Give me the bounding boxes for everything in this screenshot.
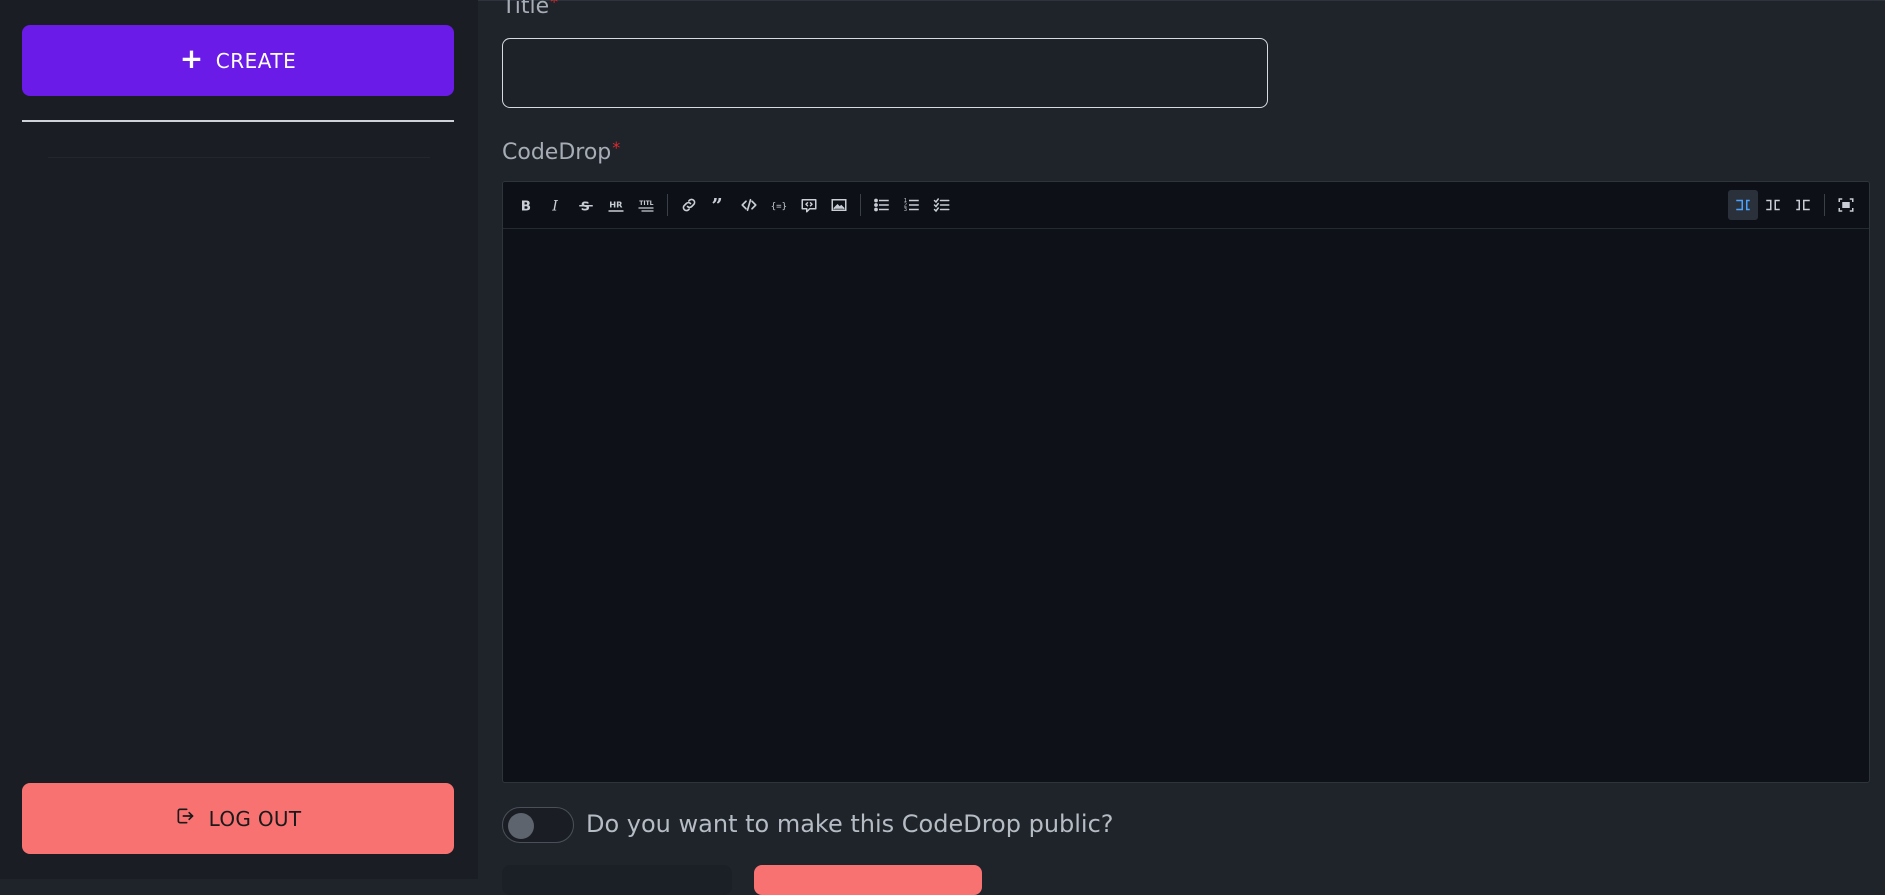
hr-icon[interactable]: HR bbox=[601, 190, 631, 220]
title-label: Title* bbox=[502, 0, 558, 19]
image-icon[interactable] bbox=[824, 190, 854, 220]
svg-text:I: I bbox=[551, 198, 558, 214]
code-icon[interactable] bbox=[734, 190, 764, 220]
svg-text:3: 3 bbox=[904, 207, 907, 213]
primary-action-button[interactable] bbox=[754, 865, 982, 895]
unordered-list-icon[interactable] bbox=[867, 190, 897, 220]
codedrop-label-text: CodeDrop bbox=[502, 140, 612, 165]
link-icon[interactable] bbox=[674, 190, 704, 220]
svg-text:HR: HR bbox=[609, 199, 623, 209]
logout-button-label: LOG OUT bbox=[208, 806, 302, 831]
checked-list-icon[interactable] bbox=[927, 190, 957, 220]
code-block-icon[interactable]: {=} bbox=[764, 190, 794, 220]
title-label-text: Title bbox=[502, 0, 550, 19]
top-border bbox=[478, 0, 1885, 1]
codedrop-required-marker: * bbox=[612, 138, 621, 157]
plus-icon: + bbox=[179, 42, 204, 75]
strikethrough-icon[interactable]: S bbox=[571, 190, 601, 220]
preview-mode-icon[interactable] bbox=[1788, 190, 1818, 220]
title-input[interactable] bbox=[502, 38, 1268, 108]
public-toggle-label: Do you want to make this CodeDrop public… bbox=[586, 810, 1114, 838]
logout-icon bbox=[175, 806, 195, 831]
markdown-editor: B I S HR TITL ” {=} 1 2 3 bbox=[502, 181, 1870, 783]
title-required-marker: * bbox=[550, 0, 559, 11]
ordered-list-icon[interactable]: 123 bbox=[897, 190, 927, 220]
svg-text:S: S bbox=[581, 199, 590, 214]
edit-mode-icon[interactable] bbox=[1728, 190, 1758, 220]
svg-text:TITL: TITL bbox=[639, 200, 653, 207]
title-icon[interactable]: TITL bbox=[631, 190, 661, 220]
quote-icon[interactable]: ” bbox=[704, 190, 734, 220]
svg-text:”: ” bbox=[712, 196, 723, 214]
bold-icon[interactable]: B bbox=[511, 190, 541, 220]
secondary-action-button[interactable] bbox=[502, 865, 732, 895]
sidebar-divider bbox=[22, 120, 454, 122]
fullscreen-icon[interactable] bbox=[1831, 190, 1861, 220]
toggle-knob bbox=[508, 813, 534, 839]
svg-text:{=}: {=} bbox=[771, 202, 787, 212]
sidebar-divider-faint bbox=[48, 157, 430, 158]
public-toggle[interactable] bbox=[502, 807, 574, 843]
create-button[interactable]: + CREATE bbox=[22, 25, 454, 96]
sidebar: + CREATE LOG OUT bbox=[0, 0, 478, 879]
comment-icon[interactable] bbox=[794, 190, 824, 220]
editor-textarea[interactable] bbox=[503, 228, 1869, 782]
logout-button[interactable]: LOG OUT bbox=[22, 783, 454, 854]
editor-toolbar: B I S HR TITL ” {=} 1 2 3 bbox=[503, 182, 1869, 229]
italic-icon[interactable]: I bbox=[541, 190, 571, 220]
svg-text:B: B bbox=[521, 198, 531, 214]
live-mode-icon[interactable] bbox=[1758, 190, 1788, 220]
create-button-label: CREATE bbox=[215, 48, 297, 73]
codedrop-label: CodeDrop* bbox=[502, 138, 621, 165]
